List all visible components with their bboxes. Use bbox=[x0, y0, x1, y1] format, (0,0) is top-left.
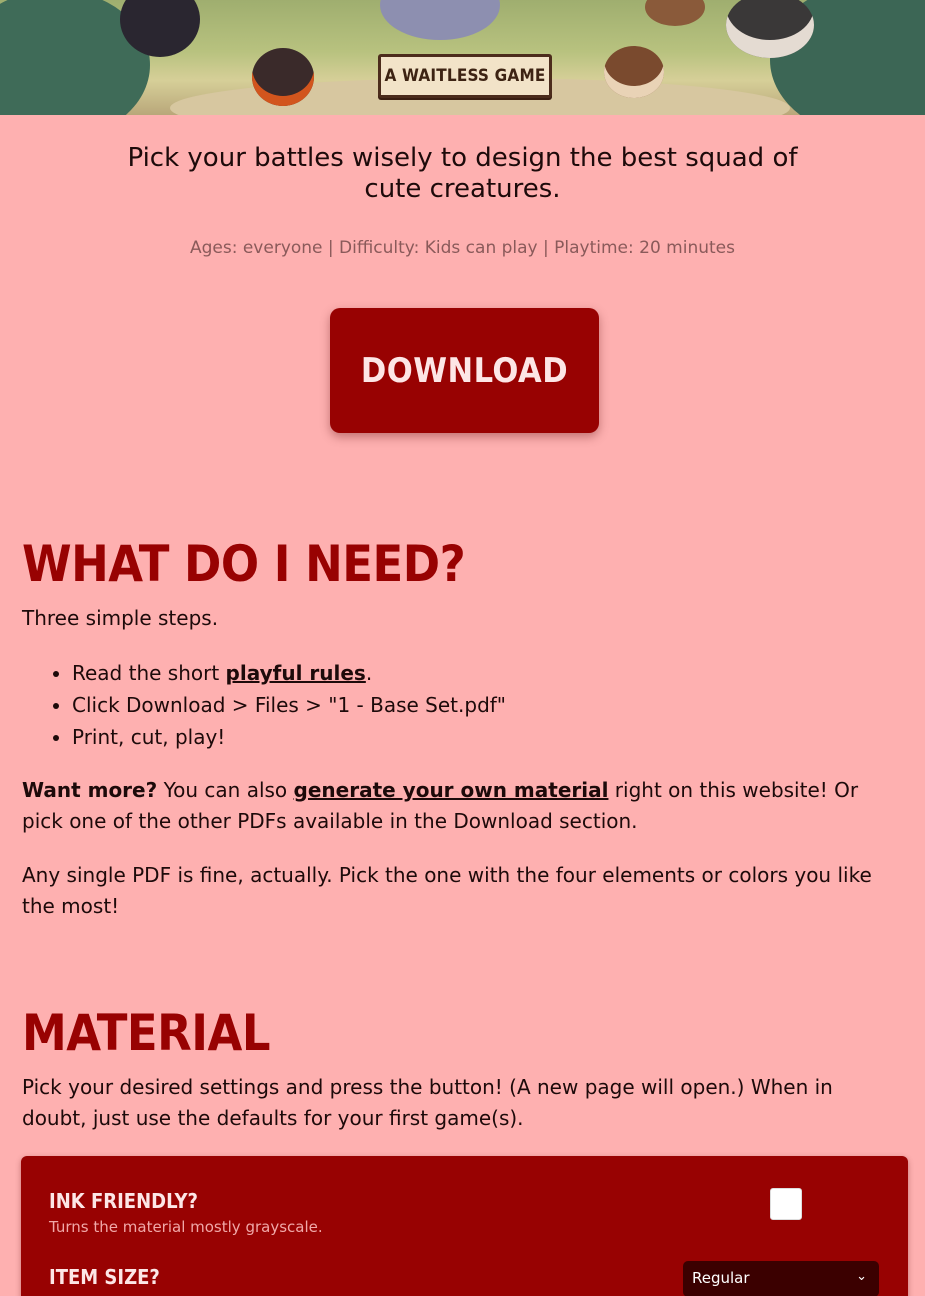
hero-banner: A WAITLESS GAME bbox=[0, 0, 925, 115]
need-intro: Three simple steps. bbox=[22, 606, 219, 630]
creature-rhino-icon bbox=[380, 0, 500, 40]
steps-list: Read the short playful rules. Click Down… bbox=[52, 657, 892, 753]
tagline: Pick your battles wisely to design the b… bbox=[127, 143, 798, 204]
single-pdf-paragraph: Any single PDF is fine, actually. Pick t… bbox=[22, 863, 872, 918]
material-heading: MATERIAL bbox=[22, 1004, 270, 1062]
item-size-select[interactable]: Regular ⌄ bbox=[683, 1261, 879, 1296]
material-intro: Pick your desired settings and press the… bbox=[22, 1075, 833, 1130]
list-item: Read the short playful rules. bbox=[72, 657, 892, 689]
creature-rock-icon bbox=[645, 0, 705, 26]
creature-snake-icon bbox=[604, 46, 664, 98]
item-size-value: Regular bbox=[692, 1269, 750, 1287]
want-more-text: You can also bbox=[157, 778, 294, 802]
step1-suffix: . bbox=[365, 661, 373, 685]
game-meta: Ages: everyone | Difficulty: Kids can pl… bbox=[189, 238, 735, 258]
download-button[interactable]: DOWNLOAD bbox=[330, 308, 599, 433]
generate-material-link[interactable]: generate your own material bbox=[294, 778, 609, 802]
material-settings-panel: INK FRIENDLY? Turns the material mostly … bbox=[21, 1156, 908, 1296]
ink-friendly-label: INK FRIENDLY? bbox=[49, 1189, 198, 1213]
creature-volcano-icon bbox=[252, 48, 314, 106]
step1-text: Read the short bbox=[72, 661, 226, 685]
want-more-label: Want more? bbox=[22, 778, 158, 802]
playful-rules-link[interactable]: playful rules bbox=[226, 661, 366, 685]
need-heading: WHAT DO I NEED? bbox=[22, 535, 466, 593]
want-more-paragraph: Want more? You can also generate your ow… bbox=[22, 775, 902, 837]
ink-friendly-description: Turns the material mostly grayscale. bbox=[49, 1218, 323, 1236]
ink-friendly-checkbox[interactable] bbox=[770, 1188, 802, 1220]
item-size-label: ITEM SIZE? bbox=[49, 1265, 160, 1289]
game-logo: A WAITLESS GAME bbox=[378, 54, 552, 98]
list-item: Click Download > Files > "1 - Base Set.p… bbox=[72, 689, 892, 721]
chevron-down-icon: ⌄ bbox=[856, 1269, 867, 1284]
list-item: Print, cut, play! bbox=[72, 721, 892, 753]
